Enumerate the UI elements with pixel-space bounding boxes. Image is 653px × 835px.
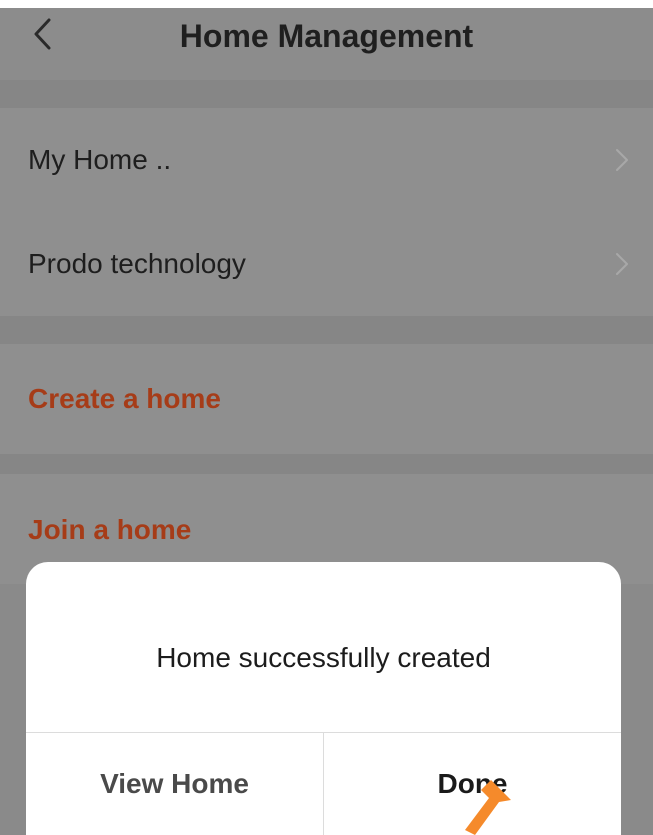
page-title: Home Management xyxy=(179,18,474,54)
header-bar: Home Management xyxy=(0,0,653,80)
orange-arrow-pointer-icon xyxy=(465,780,511,835)
section-gap xyxy=(0,316,653,344)
chevron-right-icon xyxy=(616,253,628,275)
status-strip xyxy=(0,0,653,8)
view-home-button[interactable]: View Home xyxy=(26,733,323,835)
create-home-label: Create a home xyxy=(28,383,221,414)
section-gap xyxy=(0,454,653,474)
success-dialog: Home successfully created View Home Done xyxy=(26,562,621,835)
home-item-label: My Home .. xyxy=(28,144,172,175)
create-home-row[interactable]: Create a home xyxy=(0,344,653,454)
chevron-right-icon xyxy=(616,149,628,171)
join-home-label: Join a home xyxy=(28,514,192,545)
app-screen: Home Management My Home .. Prodo technol… xyxy=(0,0,653,835)
home-item-my-home[interactable]: My Home .. xyxy=(0,108,653,212)
home-item-prodo-technology[interactable]: Prodo technology xyxy=(0,212,653,316)
section-gap xyxy=(0,80,653,108)
home-item-label: Prodo technology xyxy=(28,248,246,279)
dialog-message: Home successfully created xyxy=(156,642,491,673)
